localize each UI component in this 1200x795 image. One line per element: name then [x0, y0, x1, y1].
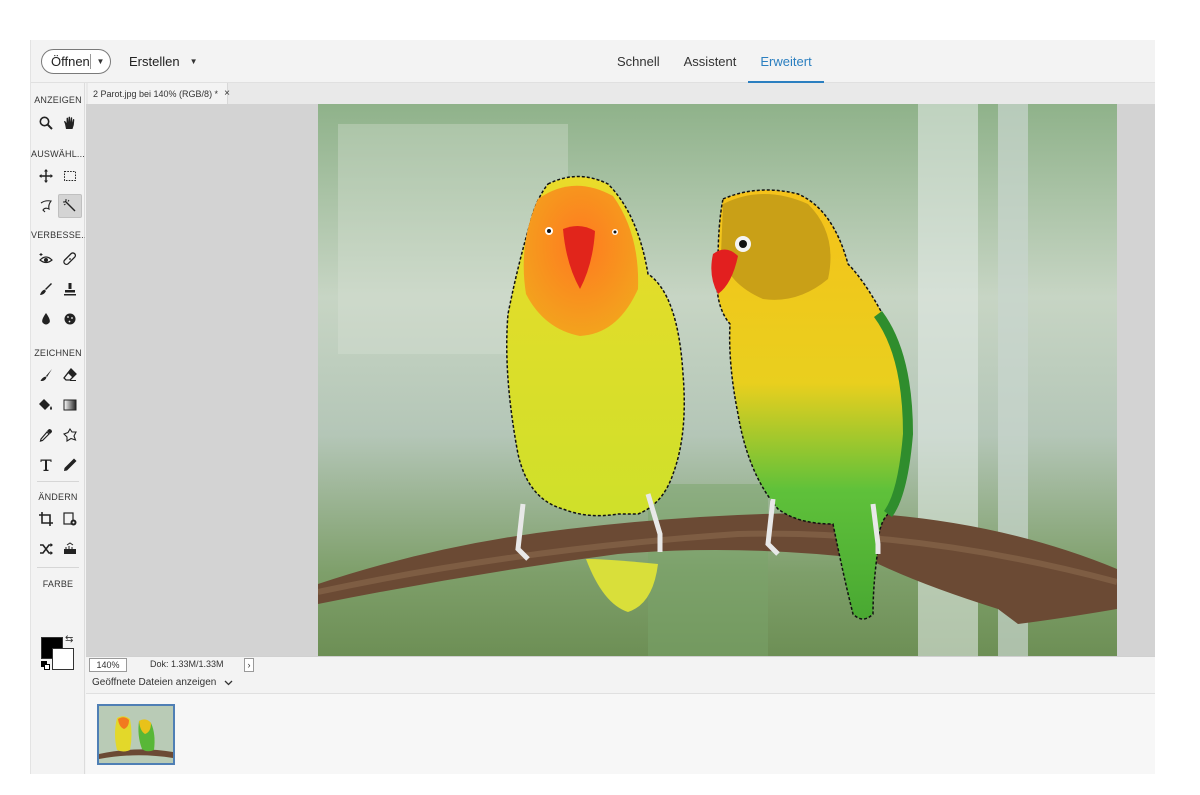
background-color-swatch[interactable]: [52, 648, 74, 670]
marquee-tool-icon[interactable]: [58, 164, 82, 188]
crop-tool-icon[interactable]: [34, 507, 58, 531]
document-image[interactable]: [318, 104, 1117, 656]
clone-stamp-tool-icon[interactable]: [58, 277, 82, 301]
open-file-thumbnail[interactable]: [97, 704, 175, 765]
recompose-tool-icon[interactable]: [58, 507, 82, 531]
default-colors-icon[interactable]: [41, 661, 50, 670]
magic-wand-tool-icon[interactable]: [58, 194, 82, 218]
hand-tool-icon[interactable]: [58, 111, 82, 135]
open-button-label: Öffnen: [51, 54, 90, 69]
document-tab[interactable]: 2 Parot.jpg bei 140% (RGB/8) * ×: [88, 83, 230, 104]
photo-editor-window: Öffnen ▼ Erstellen ▼ Schnell Assistent E…: [30, 40, 1155, 774]
move-tool-icon[interactable]: [34, 164, 58, 188]
open-button[interactable]: Öffnen ▼: [41, 49, 111, 74]
swap-colors-icon[interactable]: ⇆: [65, 634, 73, 645]
canvas-area[interactable]: [86, 104, 1155, 656]
red-eye-tool-icon[interactable]: [34, 247, 58, 271]
section-title-color: FARBE: [42, 579, 74, 589]
section-title-view: ANZEIGEN: [34, 95, 82, 105]
document-size-info: Dok: 1.33M/1.33M: [150, 659, 224, 669]
type-tool-icon[interactable]: [34, 453, 58, 477]
photo-bin: [86, 694, 1155, 774]
create-menu-button[interactable]: Erstellen ▼: [129, 54, 198, 69]
toolbox: ANZEIGEN AUSWÄHL... VERBESSE... ZEICHNEN…: [31, 83, 85, 774]
lasso-tool-icon[interactable]: [34, 194, 58, 218]
document-tab-bar: 2 Parot.jpg bei 140% (RGB/8) * ×: [86, 83, 1155, 104]
smart-brush-tool-icon[interactable]: [34, 277, 58, 301]
tab-expert[interactable]: Erweitert: [748, 40, 824, 83]
toolbox-divider: [37, 567, 79, 568]
tab-guided[interactable]: Assistent: [672, 40, 749, 83]
status-bar: 140% Dok: 1.33M/1.33M ›: [86, 656, 1155, 672]
zoom-tool-icon[interactable]: [34, 111, 58, 135]
eraser-tool-icon[interactable]: [58, 363, 82, 387]
create-menu-label: Erstellen: [129, 54, 180, 69]
section-title-modify: ÄNDERN: [38, 492, 78, 502]
pencil-tool-icon[interactable]: [58, 453, 82, 477]
blur-tool-icon[interactable]: [34, 307, 58, 331]
spot-healing-tool-icon[interactable]: [58, 247, 82, 271]
custom-shape-tool-icon[interactable]: [58, 423, 82, 447]
tab-quick[interactable]: Schnell: [605, 40, 672, 83]
toolbox-divider: [37, 481, 79, 482]
chevron-down-icon[interactable]: [224, 680, 233, 686]
photo-bin-header[interactable]: Geöffnete Dateien anzeigen: [86, 672, 1155, 694]
eyedropper-tool-icon[interactable]: [34, 423, 58, 447]
create-caret-icon: ▼: [189, 57, 198, 66]
section-title-enhance: VERBESSE...: [31, 230, 85, 240]
zoom-level-field[interactable]: 140%: [89, 658, 127, 672]
paint-bucket-tool-icon[interactable]: [34, 393, 58, 417]
brush-tool-icon[interactable]: [34, 363, 58, 387]
section-title-draw: ZEICHNEN: [34, 348, 82, 358]
thumbnail-image: [99, 706, 173, 763]
straighten-tool-icon[interactable]: [58, 537, 82, 561]
close-document-icon[interactable]: ×: [224, 88, 230, 99]
mode-tabs: Schnell Assistent Erweitert: [605, 40, 824, 83]
status-menu-arrow-icon[interactable]: ›: [244, 658, 254, 672]
top-bar: Öffnen ▼ Erstellen ▼ Schnell Assistent E…: [31, 40, 1155, 83]
section-title-select: AUSWÄHL...: [31, 149, 85, 159]
photo-bin-label: Geöffnete Dateien anzeigen: [92, 677, 217, 688]
sponge-tool-icon[interactable]: [58, 307, 82, 331]
document-tab-title: 2 Parot.jpg bei 140% (RGB/8) *: [93, 88, 219, 99]
gradient-tool-icon[interactable]: [58, 393, 82, 417]
open-dropdown-caret-icon[interactable]: ▼: [91, 57, 110, 66]
content-aware-move-tool-icon[interactable]: [34, 537, 58, 561]
